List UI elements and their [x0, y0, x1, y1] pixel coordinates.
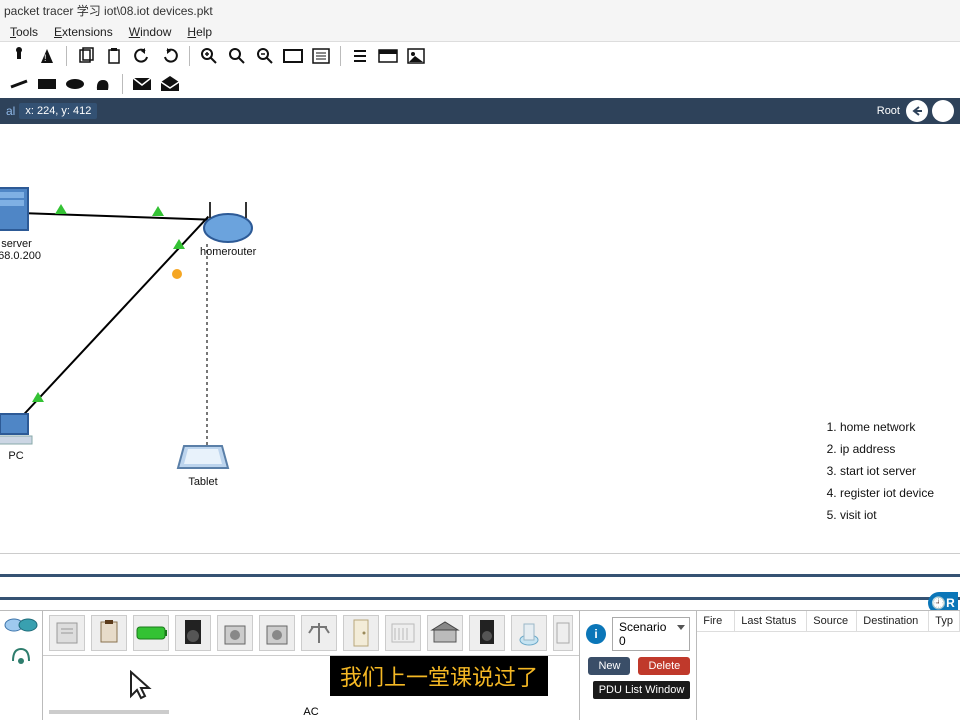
- draw-toolbar: [0, 70, 960, 98]
- cursor-icon: [127, 670, 155, 702]
- ellipse-tool-icon[interactable]: [64, 73, 86, 95]
- panel-icon[interactable]: [377, 45, 399, 67]
- redo-icon[interactable]: [159, 45, 181, 67]
- info-icon[interactable]: i: [586, 624, 606, 644]
- new-button[interactable]: New: [588, 657, 630, 675]
- nav-back-icon[interactable]: [906, 100, 928, 122]
- note-item: 1. home network: [827, 416, 934, 438]
- coord-display: x: 224, y: 412: [19, 103, 97, 119]
- tool-icon[interactable]: !: [36, 45, 58, 67]
- palette-item[interactable]: [133, 615, 169, 651]
- list-icon[interactable]: [349, 45, 371, 67]
- undo-icon[interactable]: [131, 45, 153, 67]
- pdu-list-button[interactable]: PDU List Window: [593, 681, 691, 699]
- zoom-reset-icon[interactable]: [226, 45, 248, 67]
- menu-window[interactable]: Window: [129, 25, 172, 39]
- rect-tool-icon[interactable]: [36, 73, 58, 95]
- line-tool-icon[interactable]: [8, 73, 30, 95]
- root-label[interactable]: Root: [877, 105, 900, 117]
- note-item: 3. start iot server: [827, 460, 934, 482]
- pdu-table-header: Fire Last Status Source Destination Typ: [697, 611, 960, 632]
- canvas-notes: 1. home network 2. ip address 3. start i…: [827, 416, 934, 526]
- device-tablet[interactable]: Tablet: [176, 438, 230, 488]
- scenario-panel: i Scenario 0 New Delete PDU List Window: [579, 611, 696, 720]
- device-router[interactable]: homerouter: [200, 196, 256, 258]
- image-icon[interactable]: [405, 45, 427, 67]
- note-icon[interactable]: [310, 45, 332, 67]
- palette-item[interactable]: [49, 615, 85, 651]
- paste-icon[interactable]: [103, 45, 125, 67]
- col-type[interactable]: Typ: [929, 611, 960, 632]
- tool-icon[interactable]: [8, 45, 30, 67]
- pc-name: PC: [0, 450, 38, 462]
- col-source[interactable]: Source: [807, 611, 857, 632]
- video-subtitle: 我们上一堂课说过了: [330, 656, 548, 696]
- envelope-open-icon[interactable]: [159, 73, 181, 95]
- copy-icon[interactable]: [75, 45, 97, 67]
- device-server[interactable]: server 168.0.200: [0, 184, 41, 262]
- palette-item[interactable]: [427, 615, 463, 651]
- server-ip: 168.0.200: [0, 250, 41, 262]
- palette-selected-label: AC: [303, 706, 318, 718]
- zoom-in-icon[interactable]: [198, 45, 220, 67]
- zoom-out-icon[interactable]: [254, 45, 276, 67]
- palette-item[interactable]: [385, 615, 421, 651]
- device-category-icon[interactable]: [4, 615, 38, 635]
- menu-bar: Tools Extensions Window Help: [0, 22, 960, 42]
- nav-fwd-icon[interactable]: [932, 100, 954, 122]
- envelope-closed-icon[interactable]: [131, 73, 153, 95]
- server-name: server: [0, 238, 41, 250]
- rect-icon[interactable]: [282, 45, 304, 67]
- palette-item[interactable]: [217, 615, 253, 651]
- menu-help[interactable]: Help: [187, 25, 212, 39]
- palette-item[interactable]: [259, 615, 295, 651]
- device-pc[interactable]: PC: [0, 410, 38, 462]
- main-toolbar: !: [0, 42, 960, 70]
- panel-divider[interactable]: [0, 574, 960, 600]
- tablet-name: Tablet: [176, 476, 230, 488]
- palette-item[interactable]: [553, 615, 573, 651]
- menu-extensions[interactable]: Extensions: [54, 25, 113, 39]
- palette-item[interactable]: [469, 615, 505, 651]
- palette-item[interactable]: [301, 615, 337, 651]
- palette-item[interactable]: [175, 615, 211, 651]
- col-last-status[interactable]: Last Status: [735, 611, 807, 632]
- col-destination[interactable]: Destination: [857, 611, 929, 632]
- menu-tools[interactable]: Tools: [10, 25, 38, 39]
- delete-button[interactable]: Delete: [638, 657, 690, 675]
- col-fire[interactable]: Fire: [697, 611, 735, 632]
- scenario-select[interactable]: Scenario 0: [612, 617, 690, 651]
- note-item: 2. ip address: [827, 438, 934, 460]
- topology-canvas[interactable]: server 168.0.200 homerouter PC Tablet 1.…: [0, 124, 960, 554]
- note-item: 4. register iot device: [827, 482, 934, 504]
- device-category-icon[interactable]: [9, 643, 33, 667]
- pdu-table: Fire Last Status Source Destination Typ: [696, 611, 960, 720]
- freeform-tool-icon[interactable]: [92, 73, 114, 95]
- palette-item[interactable]: [91, 615, 127, 651]
- palette-item[interactable]: [511, 615, 547, 651]
- palette-item[interactable]: [343, 615, 379, 651]
- svg-text:!: !: [44, 53, 47, 63]
- canvas-status-bar: al x: 224, y: 412 Root: [0, 98, 960, 124]
- router-name: homerouter: [200, 246, 256, 258]
- note-item: 5. visit iot: [827, 504, 934, 526]
- title-bar: packet tracer 学习 iot\08.iot devices.pkt: [0, 0, 960, 22]
